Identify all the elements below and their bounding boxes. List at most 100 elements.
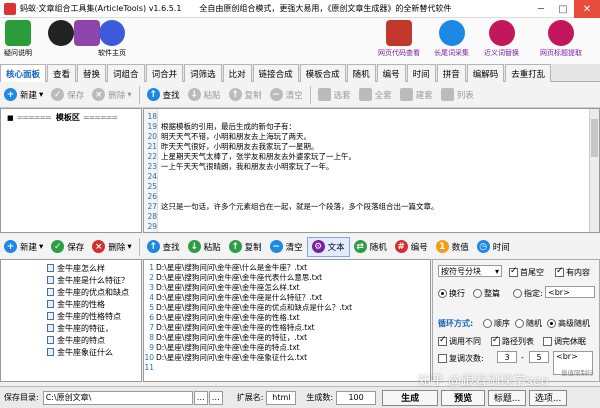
list-item[interactable]: 金牛座的优点和缺点: [47, 286, 129, 298]
homepage-button[interactable]: 软件主页: [98, 20, 126, 58]
new-button[interactable]: + 新建 ▾: [0, 85, 47, 105]
tab-random[interactable]: 随机: [346, 64, 376, 82]
path-row[interactable]: 9 D:\星座\搜狗问问\金牛座\金牛座的特点.txt: [144, 342, 299, 352]
split-mode-select[interactable]: 按符号分块 ▾: [438, 265, 502, 277]
new-element-button[interactable]: + 新建 ▾: [0, 237, 47, 257]
find-element-button[interactable]: ↑ 查找: [143, 237, 184, 257]
delete-element-button[interactable]: × 删除 ▾: [88, 237, 135, 257]
path-row[interactable]: 8 D:\星座\搜狗问问\金牛座\金牛座的特征，.txt: [144, 332, 307, 342]
path-row[interactable]: 5 D:\星座\搜狗问问\金牛座\金牛座的优点和缺点是什么？.txt: [144, 302, 352, 312]
title-button[interactable]: 标题...: [488, 389, 527, 406]
path-row[interactable]: 3 D:\星座\搜狗问问\金牛座\金牛座怎么样.txt: [144, 282, 299, 292]
tab-pinyin[interactable]: 拼音: [436, 64, 466, 82]
synonym-button[interactable]: 近义词替换: [484, 20, 519, 58]
count-input[interactable]: 100: [336, 390, 377, 405]
browse-button[interactable]: …: [193, 390, 208, 405]
list-item[interactable]: 金牛座的性格特点: [47, 310, 121, 322]
tab-replace[interactable]: 替换: [77, 64, 107, 82]
repeat-from-input[interactable]: 3: [497, 351, 517, 363]
list-item[interactable]: 金牛座怎么样: [47, 262, 105, 274]
group-button[interactable]: [74, 20, 100, 48]
list-button[interactable]: 列表: [437, 85, 478, 105]
path-list[interactable]: 1 D:\星座\搜狗问问\金牛座\什么是金牛座？.txt 2 D:\星座\搜狗问问\…: [143, 259, 431, 382]
specify-input[interactable]: <br>: [545, 286, 595, 298]
maximize-button[interactable]: □: [552, 0, 574, 18]
tab-time[interactable]: 时间: [406, 64, 436, 82]
element-list[interactable]: 金牛座怎么样 金牛座是什么特征？ 金牛座的优点和缺点 金牛座的性格 金牛座的性格…: [0, 259, 142, 382]
path-row[interactable]: 6 D:\星座\搜狗问问\金牛座\金牛座的性格.txt: [144, 312, 299, 322]
tab-word-combine[interactable]: 词组合: [107, 64, 145, 82]
tab-view[interactable]: 查看: [47, 64, 77, 82]
list-item[interactable]: 金牛座象征什么: [47, 346, 113, 358]
save-dir-input[interactable]: C:\原创文章\: [42, 390, 193, 405]
save-button[interactable]: ✓ 保存: [47, 85, 88, 105]
save-element-button[interactable]: ✓ 保存: [47, 237, 88, 257]
delete-button[interactable]: × 删除 ▾: [88, 85, 135, 105]
tab-compare[interactable]: 比对: [222, 64, 252, 82]
preview-button[interactable]: 预览: [441, 389, 486, 406]
qq-button[interactable]: [48, 20, 74, 48]
generate-button[interactable]: 生成: [382, 389, 439, 406]
path-list-checkbox[interactable]: 路径列表: [491, 335, 534, 347]
random-element-tab[interactable]: ⇄ 随机: [350, 237, 391, 257]
call-different-checkbox[interactable]: 调用不同: [438, 335, 481, 347]
html-viewer-button[interactable]: 网页代码查看: [378, 20, 420, 58]
copy-button[interactable]: ↑ 复制: [225, 85, 266, 105]
text-element-tab[interactable]: ⚙ 文本: [306, 236, 350, 257]
paste-element-button[interactable]: ↓ 粘贴: [184, 237, 225, 257]
title-extract-button[interactable]: 网页标题提取: [540, 20, 582, 58]
close-button[interactable]: ✕: [574, 0, 600, 18]
tree-node-template-area[interactable]: ■ ====== 模板区 ======: [7, 112, 119, 123]
repeat-checkbox[interactable]: 复调次数:: [438, 353, 484, 364]
path-row[interactable]: 11: [144, 362, 156, 372]
tab-template-compose[interactable]: 模板合成: [299, 64, 346, 82]
template-editor[interactable]: 18 19 根据模板的引用，最后生成的新句子有： 20 明天天气不错，小明和朋友去上…: [143, 108, 600, 233]
sequence-radio[interactable]: 顺序: [483, 318, 510, 329]
list-item[interactable]: 金牛座是什么特征？: [47, 274, 129, 286]
minimize-button[interactable]: ─: [530, 0, 552, 18]
list-item[interactable]: 金牛座的特点: [47, 334, 105, 346]
clear-element-button[interactable]: − 清空: [266, 237, 307, 257]
random-radio[interactable]: 随机: [515, 318, 542, 329]
has-content-checkbox[interactable]: 有内容: [555, 266, 590, 278]
number-element-tab[interactable]: # 编号: [391, 237, 432, 257]
value-element-tab[interactable]: 1 数值: [432, 237, 473, 257]
tab-link-compose[interactable]: 链接合成: [252, 64, 299, 82]
tab-encode[interactable]: 编解码: [466, 64, 505, 82]
all-set-button[interactable]: 全套: [355, 85, 396, 105]
build-set-button[interactable]: 建套: [396, 85, 437, 105]
tab-number[interactable]: 编号: [376, 64, 406, 82]
wrap-radio[interactable]: 换行: [438, 288, 465, 299]
tab-core-panel[interactable]: 核心面板: [0, 64, 47, 82]
tab-dedupe[interactable]: 去重打乱: [505, 64, 552, 82]
path-row[interactable]: 7 D:\星座\搜狗问问\金牛座\金牛座的性格特点.txt: [144, 322, 314, 332]
path-row[interactable]: 4 D:\星座\搜狗问问\金牛座\金牛座是什么特征？.txt: [144, 292, 322, 302]
editor-scrollbar[interactable]: [589, 109, 599, 232]
copy-element-button[interactable]: ↑ 复制: [225, 237, 266, 257]
path-row[interactable]: 10 D:\星座\搜狗问问\金牛座\金牛座象征什么.txt: [144, 352, 307, 362]
scrollbar-thumb[interactable]: [591, 119, 598, 157]
ext-input[interactable]: html: [266, 390, 297, 405]
specify-radio[interactable]: 指定:: [513, 288, 543, 299]
open-folder-button[interactable]: …: [208, 390, 223, 405]
first-blank-checkbox[interactable]: 首尾空: [509, 266, 544, 278]
list-item[interactable]: 金牛座的性格: [47, 298, 105, 310]
clear-button[interactable]: − 清空: [266, 85, 307, 105]
select-set-button[interactable]: 选套: [314, 85, 355, 105]
find-button[interactable]: ↑ 查找: [143, 85, 184, 105]
template-tree[interactable]: ■ ====== 模板区 ======: [0, 108, 142, 233]
path-row[interactable]: 1 D:\星座\搜狗问问\金牛座\什么是金牛座？.txt: [144, 262, 307, 272]
help-button[interactable]: 疑问说明: [4, 20, 32, 58]
path-row[interactable]: 2 D:\星座\搜狗问问\金牛座\金牛座代表什么意思.txt: [144, 272, 322, 282]
tidy-radio[interactable]: 整篇: [473, 288, 500, 299]
paste-button[interactable]: ↓ 粘贴: [184, 85, 225, 105]
list-item[interactable]: 金牛座的特征，: [47, 322, 113, 334]
rest-checkbox[interactable]: 调完休眠: [543, 336, 586, 347]
options-button[interactable]: 选项...: [529, 389, 568, 406]
tab-word-merge[interactable]: 词合并: [145, 64, 184, 82]
time-element-tab[interactable]: ◷ 时间: [473, 237, 514, 257]
advanced-random-radio[interactable]: 高级随机: [547, 318, 590, 329]
repeat-to-input[interactable]: 5: [529, 351, 549, 363]
longtail-button[interactable]: 长尾词采集: [434, 20, 469, 58]
tab-word-filter[interactable]: 词筛选: [184, 64, 222, 82]
